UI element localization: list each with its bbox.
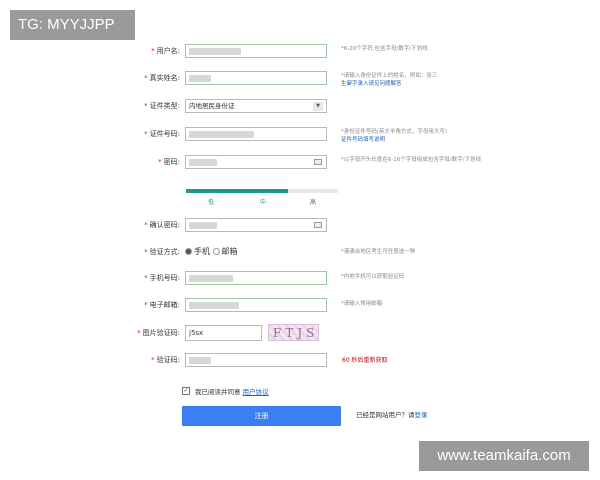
id-type-value: 内地居民身份证	[189, 102, 235, 110]
strength-low-label: 低	[208, 199, 215, 206]
user-agreement-link[interactable]: 用户协议	[243, 388, 269, 396]
radio-selected-icon	[185, 248, 192, 255]
realname-label: * 真实姓名:	[144, 74, 180, 82]
register-button[interactable]: 注册	[182, 406, 341, 426]
id-number-help-link[interactable]: 证件号码填写说明	[341, 137, 385, 143]
keyboard-icon[interactable]	[314, 222, 322, 228]
watermark-badge-top: TG: MYYJJPP	[10, 10, 135, 40]
password-strength-fill	[186, 189, 288, 193]
login-prompt: 已经是网站用户？请登录	[356, 411, 428, 419]
chevron-down-icon: ▼	[313, 102, 323, 111]
password-hint: *以字母开头长度在6-16个字母组成包含字母/数字/下划线	[341, 157, 481, 163]
password-label: * 密码:	[158, 158, 180, 166]
confirm-password-label: * 确认密码:	[144, 221, 180, 229]
verify-method-options: 手机 邮箱	[185, 245, 238, 259]
captcha-image[interactable]: FTJS	[268, 324, 319, 341]
email-label: * 电子邮箱:	[144, 301, 180, 309]
phone-hint: *内地手机可以获取验证码	[341, 274, 405, 280]
id-number-input[interactable]	[185, 127, 327, 141]
email-hint: *请输入常用邮箱	[341, 301, 383, 307]
captcha-input-value: j5sx	[189, 329, 204, 337]
watermark-badge-bottom: www.teamkaifa.com	[419, 441, 589, 471]
password-input[interactable]	[185, 155, 327, 169]
keyboard-icon[interactable]	[314, 159, 322, 165]
sms-countdown: 60 秒后重新获取	[342, 357, 388, 364]
username-input[interactable]	[185, 44, 327, 58]
captcha-label: * 图片验证码:	[137, 329, 180, 337]
confirm-password-input[interactable]	[185, 218, 327, 232]
radio-phone[interactable]: 手机	[185, 247, 210, 256]
realname-hint: *请输入身份证件上的姓名，例如：张三 生僻字录入请见问题解答	[341, 73, 438, 87]
username-label: * 用户名:	[151, 47, 180, 55]
sms-code-input[interactable]	[185, 353, 327, 367]
radio-unselected-icon	[212, 248, 220, 255]
login-link[interactable]: 登录	[415, 411, 428, 419]
id-type-label: * 证件类型:	[144, 102, 180, 110]
realname-input[interactable]	[185, 71, 327, 85]
id-number-label: * 证件号码:	[144, 130, 180, 138]
id-type-select[interactable]: 内地居民身份证 ▼	[185, 99, 327, 113]
strength-high-label: 高	[310, 199, 317, 206]
email-input[interactable]	[185, 298, 327, 312]
captcha-image-text: FTJS	[273, 326, 319, 340]
strength-mid-label: 中	[260, 199, 267, 206]
captcha-input[interactable]: j5sx	[185, 325, 262, 341]
phone-input[interactable]	[185, 271, 327, 285]
radio-email[interactable]: 邮箱	[212, 247, 238, 256]
phone-label: * 手机号码:	[144, 274, 180, 282]
verify-method-hint: *港澳台地区考生可任意选一种	[341, 249, 416, 255]
verify-method-label: * 验证方式:	[144, 248, 180, 256]
id-number-hint: *身份证件号码(英文半角方式，字母用大写) 证件号码填写说明	[341, 129, 448, 143]
agree-checkbox[interactable]: ✓	[182, 387, 190, 395]
sms-code-label: * 验证码:	[151, 356, 180, 364]
password-strength-bar	[186, 189, 338, 193]
username-hint: *6-20个字符,包含字母/数字/下划线	[341, 46, 428, 52]
agree-text: 我已阅读并同意 用户协议	[195, 388, 269, 396]
realname-help-link[interactable]: 生僻字录入请见问题解答	[341, 81, 402, 87]
